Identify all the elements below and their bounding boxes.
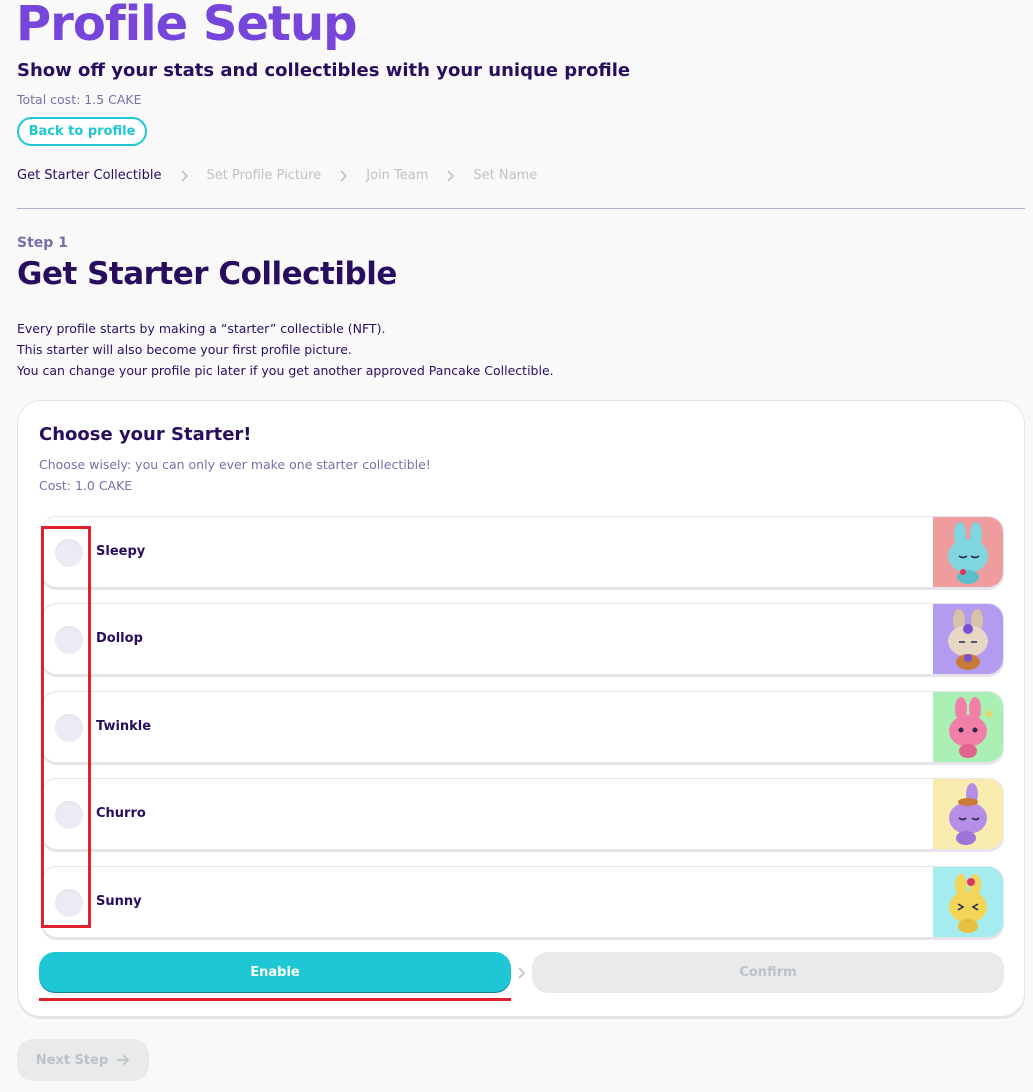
next-step-label: Next Step xyxy=(35,1052,109,1068)
breadcrumb: Get Starter Collectible Set Profile Pict… xyxy=(17,168,537,183)
dollop-bunny-icon xyxy=(933,604,1003,674)
next-step-button[interactable]: Next Step xyxy=(17,1039,149,1081)
breadcrumb-item-get-starter-collectible: Get Starter Collectible xyxy=(17,168,162,183)
sleepy-bunny-icon xyxy=(933,517,1003,587)
arrow-right-icon xyxy=(117,1054,130,1066)
option-label: Churro xyxy=(96,806,146,821)
option-label: Sleepy xyxy=(96,544,146,559)
intro-line: You can change your profile pic later if… xyxy=(17,363,554,378)
confirm-button[interactable]: Confirm xyxy=(532,952,1004,993)
intro-line: Every profile starts by making a “starte… xyxy=(17,321,386,336)
churro-bunny-icon xyxy=(933,779,1003,849)
card-title: Choose your Starter! xyxy=(39,424,252,445)
chevron-right-icon xyxy=(446,169,455,182)
radio-sunny[interactable] xyxy=(55,889,83,917)
starter-option-twinkle[interactable]: Twinkle xyxy=(41,691,1004,763)
card-description: Choose wisely: you can only ever make on… xyxy=(39,454,431,496)
starter-option-sleepy[interactable]: Sleepy xyxy=(41,516,1004,588)
breadcrumb-item-join-team: Join Team xyxy=(366,168,429,183)
starter-option-churro[interactable]: Churro xyxy=(41,778,1004,850)
twinkle-bunny-icon xyxy=(933,692,1003,762)
step-label: Step 1 xyxy=(17,235,68,251)
option-label: Dollop xyxy=(96,631,143,646)
divider xyxy=(17,208,1025,209)
starter-option-sunny[interactable]: Sunny xyxy=(41,866,1004,938)
total-cost: Total cost: 1.5 CAKE xyxy=(17,92,142,107)
card-warning: Choose wisely: you can only ever make on… xyxy=(39,457,431,472)
breadcrumb-item-set-profile-picture: Set Profile Picture xyxy=(206,168,322,183)
intro-line: This starter will also become your first… xyxy=(17,342,352,357)
radio-churro[interactable] xyxy=(55,801,83,829)
card-cost: Cost: 1.0 CAKE xyxy=(39,478,133,493)
enable-button[interactable]: Enable xyxy=(39,952,511,993)
back-to-profile-button[interactable]: Back to profile xyxy=(17,117,147,146)
step-title: Get Starter Collectible xyxy=(17,256,397,292)
starter-card: Choose your Starter! Choose wisely: you … xyxy=(17,400,1025,1017)
sunny-bunny-icon xyxy=(933,867,1003,937)
radio-dollop[interactable] xyxy=(55,626,83,654)
step-intro: Every profile starts by making a “starte… xyxy=(17,318,554,381)
chevron-right-icon xyxy=(339,169,348,182)
starter-option-dollop[interactable]: Dollop xyxy=(41,603,1004,675)
chevron-right-icon xyxy=(180,169,189,182)
breadcrumb-item-set-name: Set Name xyxy=(473,168,538,183)
option-label: Twinkle xyxy=(96,719,152,734)
radio-sleepy[interactable] xyxy=(55,539,83,567)
page-subtitle: Show off your stats and collectibles wit… xyxy=(17,60,631,81)
option-label: Sunny xyxy=(96,894,142,909)
radio-twinkle[interactable] xyxy=(55,714,83,742)
page-title: Profile Setup xyxy=(16,0,357,52)
chevron-right-icon xyxy=(518,967,526,979)
